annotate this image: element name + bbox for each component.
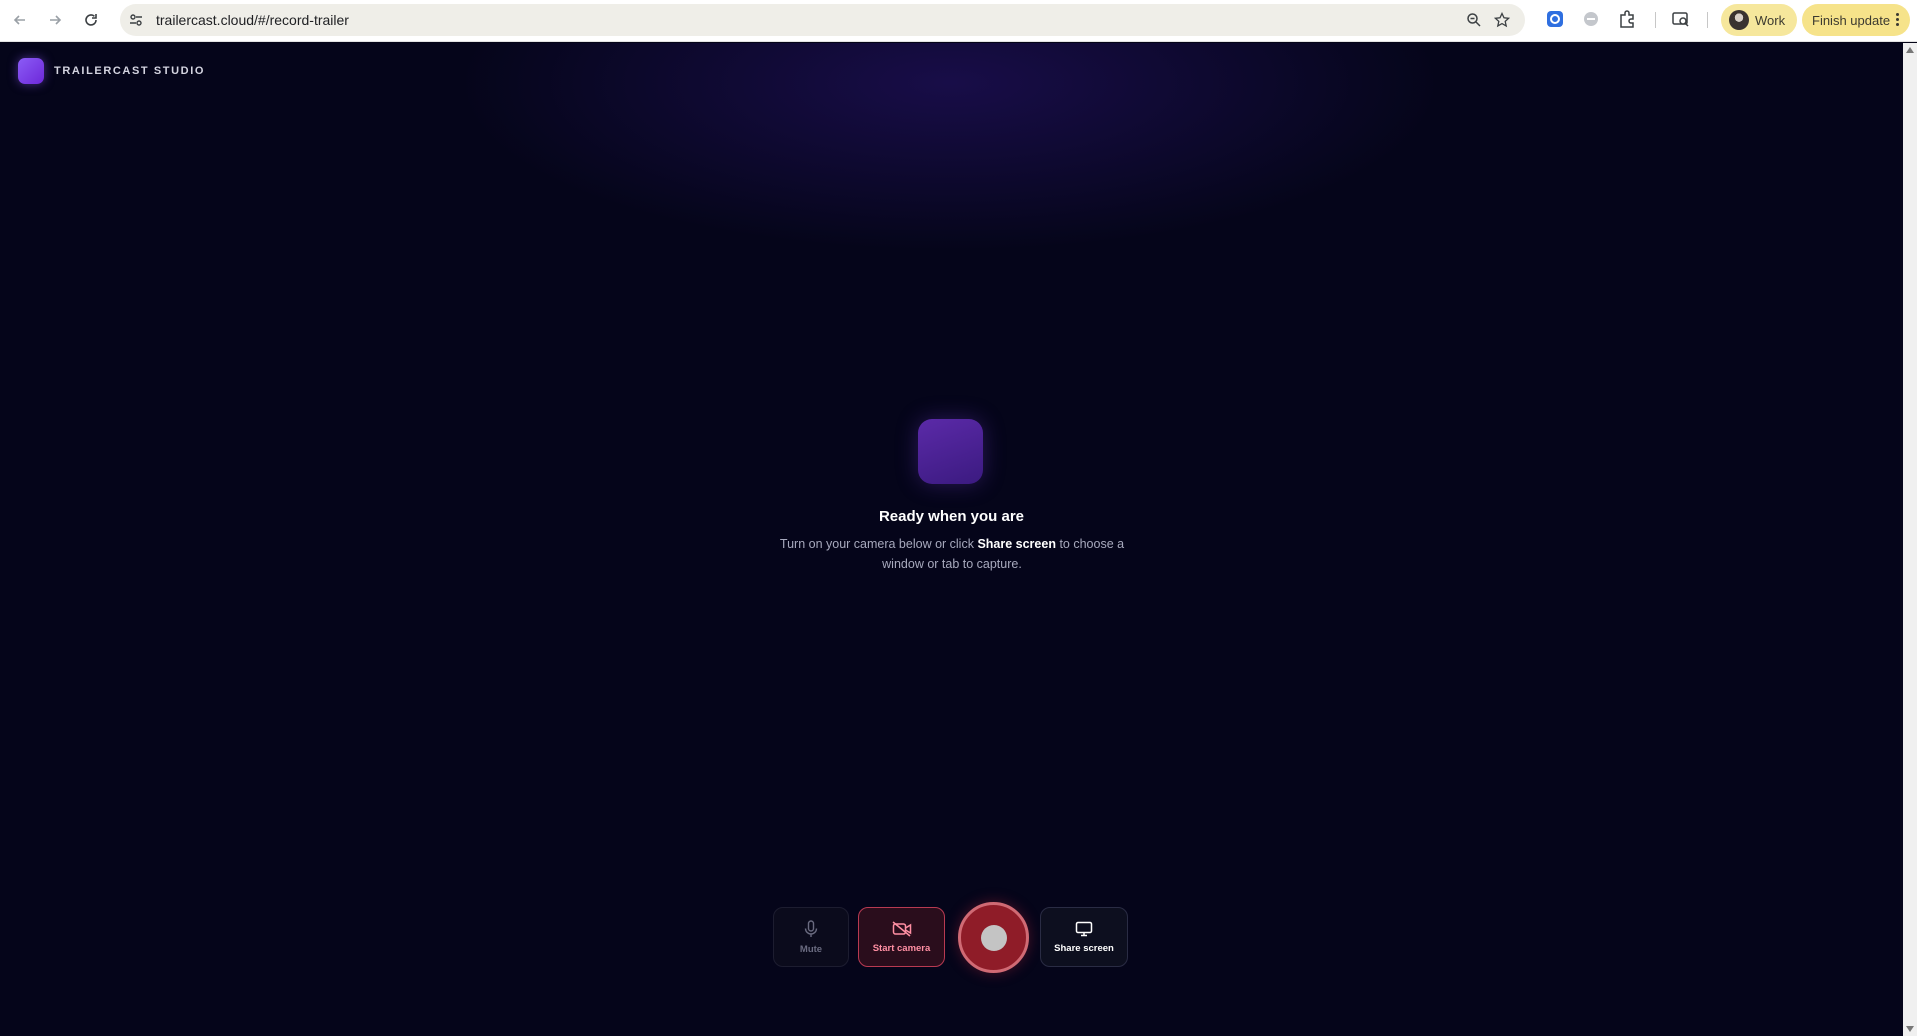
scroll-up-icon[interactable]: [1906, 47, 1914, 53]
browser-toolbar: trailercast.cloud/#/record-trailer Work …: [0, 0, 1917, 42]
desc-prefix: Turn on your camera below or click: [779, 537, 978, 551]
brand: TRAILERCAST STUDIO: [18, 58, 205, 84]
start-camera-button[interactable]: Start camera: [858, 907, 945, 967]
mute-label: Mute: [799, 943, 823, 955]
zoom-icon[interactable]: [1466, 12, 1482, 28]
extension-grey-icon[interactable]: [1581, 9, 1601, 29]
extensions-puzzle-icon[interactable]: [1617, 9, 1637, 29]
scroll-down-icon[interactable]: [1906, 1026, 1914, 1032]
camera-off-icon: [892, 920, 911, 937]
avatar: [1729, 10, 1749, 30]
forward-button[interactable]: [43, 8, 67, 32]
share-screen-button[interactable]: Share screen: [1040, 907, 1128, 967]
record-dot-icon: [980, 924, 1007, 951]
site-settings-icon[interactable]: [128, 12, 144, 28]
empty-state-title: Ready when you are: [878, 508, 1025, 525]
record-button[interactable]: [958, 902, 1029, 973]
camera-label: Start camera: [872, 942, 931, 954]
share-label: Share screen: [1054, 942, 1114, 954]
back-button[interactable]: [8, 8, 32, 32]
reload-button[interactable]: [79, 8, 103, 32]
arrow-right-icon: [50, 15, 62, 25]
scrollbar[interactable]: [1903, 43, 1917, 1036]
bookmark-star-icon[interactable]: [1494, 12, 1510, 28]
mute-button[interactable]: Mute: [773, 907, 849, 967]
toolbar-separator: [1707, 12, 1708, 28]
toolbar-separator: [1655, 12, 1656, 28]
finish-update-button[interactable]: Finish update: [1802, 4, 1910, 36]
extension-blue-icon[interactable]: [1545, 9, 1565, 29]
update-label: Finish update: [1812, 12, 1891, 28]
brand-logo-icon: [18, 58, 44, 84]
microphone-icon: [804, 919, 818, 937]
tab-search-icon[interactable]: [1671, 9, 1691, 29]
empty-state-description: Turn on your camera below or click Share…: [770, 534, 1134, 574]
monitor-icon: [1075, 921, 1093, 936]
url-text[interactable]: trailercast.cloud/#/record-trailer: [156, 12, 349, 28]
brand-name: TRAILERCAST STUDIO: [54, 65, 206, 77]
profile-button[interactable]: Work: [1721, 4, 1797, 36]
reload-icon: [85, 14, 97, 26]
address-bar[interactable]: trailercast.cloud/#/record-trailer: [120, 4, 1525, 36]
arrow-left-icon: [13, 15, 25, 25]
profile-label: Work: [1755, 12, 1786, 28]
empty-state-icon: [918, 419, 983, 484]
more-menu-icon: [1896, 13, 1900, 27]
desc-share-screen: Share screen: [977, 537, 1056, 551]
